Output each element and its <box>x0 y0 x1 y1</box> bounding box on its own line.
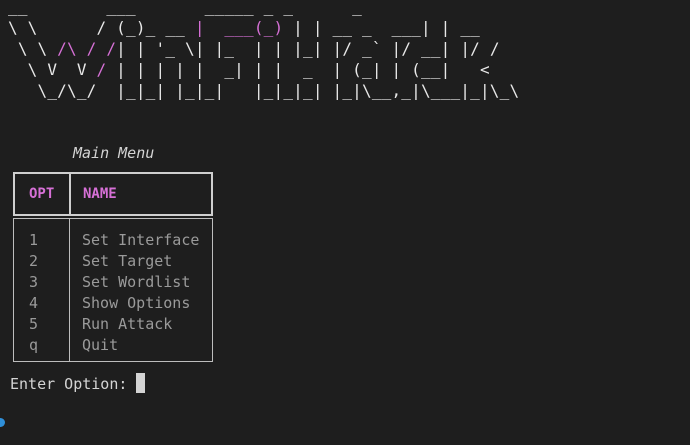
banner-segment: | | | | | _| | | _ | (_| | (__| < <box>106 60 490 79</box>
banner-line: __ ___ _____ _ _ _ <box>8 0 431 17</box>
option-name: Show Options <box>82 294 191 312</box>
option-name: Set Interface <box>82 231 200 249</box>
banner-segment: /\ / / <box>57 39 117 58</box>
banner-segment: \ \ <box>8 18 97 37</box>
ascii-banner: __ ___ _____ _ _ _ \ \ / (_)_ __ | ___(_… <box>8 0 688 106</box>
banner-line: \_/\_/ |_|_| |_|_| |_|_|_| |_|\__,_|\___… <box>8 80 519 101</box>
menu-row[interactable]: q Quit <box>14 335 212 356</box>
banner-line: \ \ / (_)_ __ | ___(_) | | __ _ ___| | _… <box>8 17 480 38</box>
header-divider <box>69 174 71 214</box>
table-header: OPT NAME <box>13 172 213 216</box>
menu-row[interactable]: 1 Set Interface <box>14 230 212 251</box>
banner-segment: \ \ <box>8 39 58 58</box>
option-key: 2 <box>29 252 39 270</box>
banner-line: \ \ /\ / /| | '_ \| |_ | | |_| |/ _` |/ … <box>8 38 500 59</box>
banner-segment: | | '_ \| |_ | | |_| |/ _` |/ __| |/ / <box>116 39 500 58</box>
banner-segment: __ ___ _____ _ _ _ <box>8 0 431 16</box>
option-key: 4 <box>29 294 39 312</box>
enter-option-prompt: Enter Option: <box>10 375 137 393</box>
column-header-opt: OPT <box>29 186 55 202</box>
option-name: Run Attack <box>82 315 173 333</box>
table-body: 1 Set Interface 2 Set Target 3 Set Wordlist 4 S… <box>13 218 213 362</box>
menu-row[interactable]: 3 Set Wordlist <box>14 272 212 293</box>
terminal-window: __ ___ _____ _ _ _ \ \ / (_)_ __ | ___(_… <box>0 0 690 445</box>
option-name: Set Target <box>82 252 173 270</box>
menu-title: Main Menu <box>73 144 155 162</box>
banner-segment: | | __ _ ___| | __ <box>293 18 480 37</box>
option-key: 3 <box>29 273 39 291</box>
option-name: Quit <box>82 336 119 354</box>
option-key: q <box>29 336 39 354</box>
option-key: 1 <box>29 231 39 249</box>
option-key: 5 <box>29 315 39 333</box>
menu-row[interactable]: 5 Run Attack <box>14 314 212 335</box>
banner-line: \ V V / | | | | | _| | | _ | (_| | (__| … <box>8 59 490 80</box>
banner-segment: \ V V <box>8 60 97 79</box>
banner-segment: \_/\_/ |_|_| |_|_| |_|_|_| |_|\__,_|\___… <box>8 81 520 100</box>
menu-row[interactable]: 2 Set Target <box>14 251 212 272</box>
menu-row[interactable]: 4 Show Options <box>14 293 212 314</box>
column-header-name: NAME <box>83 186 117 202</box>
banner-segment: | ___(_) <box>194 18 294 37</box>
input-cursor[interactable] <box>136 373 145 393</box>
menu-table: OPT NAME 1 Set Interface 2 Set Target 3 Set W… <box>13 172 213 362</box>
activity-dot <box>0 418 5 427</box>
option-name: Set Wordlist <box>82 273 191 291</box>
banner-segment: / <box>96 60 107 79</box>
banner-segment: / (_)_ __ <box>96 18 195 37</box>
